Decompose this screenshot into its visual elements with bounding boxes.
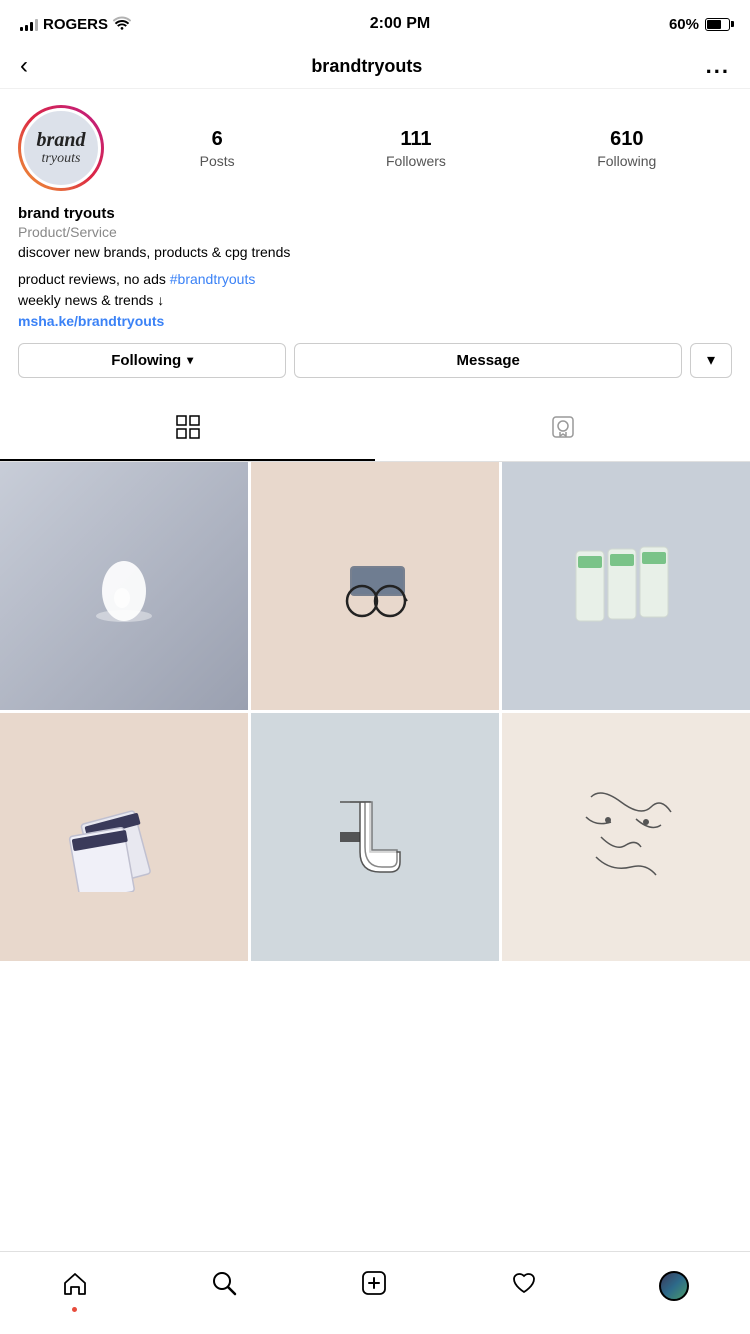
photo-5 <box>251 713 499 961</box>
search-icon <box>210 1269 238 1304</box>
grid-item-3[interactable] <box>502 462 750 710</box>
battery-icon <box>705 18 730 31</box>
followers-label: Followers <box>386 153 446 169</box>
following-label: Following <box>111 352 181 369</box>
profile-bio-tags: product reviews, no ads #brandtryouts we… <box>18 269 732 311</box>
following-button[interactable]: Following ▾ <box>18 343 286 378</box>
bottom-nav <box>0 1251 750 1334</box>
status-time: 2:00 PM <box>370 15 430 33</box>
status-right: 60% <box>669 16 730 33</box>
wifi-icon <box>113 16 131 33</box>
following-count: 610 <box>610 128 643 151</box>
tagged-icon <box>550 414 576 447</box>
photo-6 <box>502 713 750 961</box>
posts-label: Posts <box>200 153 235 169</box>
stats-row: 6 Posts 111 Followers 610 Following <box>124 128 732 169</box>
photo-2 <box>251 462 499 710</box>
grid-item-2[interactable] <box>251 462 499 710</box>
following-label: Following <box>597 153 656 169</box>
profile-avatar-nav <box>659 1271 689 1301</box>
action-buttons: Following ▾ Message ▾ <box>18 343 732 378</box>
heart-icon <box>510 1269 538 1304</box>
grid-item-1[interactable] <box>0 462 248 710</box>
following-chevron-icon: ▾ <box>187 353 193 367</box>
tab-tagged[interactable] <box>375 402 750 461</box>
avatar-text: brand tryouts <box>37 129 86 166</box>
photo-grid <box>0 462 750 961</box>
grid-item-6[interactable] <box>502 713 750 961</box>
nav-search[interactable] <box>210 1269 238 1304</box>
profile-link[interactable]: msha.ke/brandtryouts <box>18 313 732 329</box>
dropdown-chevron-icon: ▾ <box>707 350 715 370</box>
add-icon <box>360 1269 388 1304</box>
bio-section: brand tryouts Product/Service discover n… <box>18 205 732 329</box>
header: ‹ brandtryouts ... <box>0 44 750 89</box>
avatar-tryouts: tryouts <box>37 151 86 166</box>
profile-name: brand tryouts <box>18 205 732 222</box>
message-button[interactable]: Message <box>294 343 682 378</box>
avatar[interactable]: brand tryouts <box>18 105 104 191</box>
stat-followers[interactable]: 111 Followers <box>386 128 446 169</box>
nav-home[interactable] <box>61 1269 89 1304</box>
tab-bar <box>0 402 750 462</box>
bio-line1: product reviews, no ads <box>18 271 170 287</box>
followers-count: 111 <box>400 128 431 151</box>
nav-activity[interactable] <box>510 1269 538 1304</box>
avatar-inner: brand tryouts <box>21 108 101 188</box>
profile-top: brand tryouts 6 Posts 111 Followers 610 … <box>18 105 732 191</box>
bio-hashtag[interactable]: #brandtryouts <box>170 271 256 287</box>
photo-1 <box>0 462 248 710</box>
stat-following[interactable]: 610 Following <box>597 128 656 169</box>
more-options-button[interactable]: ... <box>706 53 730 79</box>
dropdown-button[interactable]: ▾ <box>690 343 732 378</box>
battery-percent: 60% <box>669 16 699 33</box>
profile-description: discover new brands, products & cpg tren… <box>18 243 732 263</box>
page-title: brandtryouts <box>311 56 422 77</box>
status-bar: ROGERS 2:00 PM 60% <box>0 0 750 44</box>
grid-item-5[interactable] <box>251 713 499 961</box>
nav-home-dot <box>72 1307 77 1312</box>
back-button[interactable]: ‹ <box>20 52 28 80</box>
tab-grid[interactable] <box>0 402 375 461</box>
photo-3 <box>502 462 750 710</box>
photo-4 <box>0 713 248 961</box>
status-left: ROGERS <box>20 16 131 33</box>
bio-line2: weekly news & trends ↓ <box>18 292 164 308</box>
profile-category: Product/Service <box>18 224 732 240</box>
message-label: Message <box>457 352 520 369</box>
carrier-label: ROGERS <box>43 16 108 33</box>
nav-profile[interactable] <box>659 1271 689 1301</box>
grid-icon <box>175 414 201 447</box>
avatar-brand: brand <box>37 129 86 151</box>
stat-posts[interactable]: 6 Posts <box>200 128 235 169</box>
home-icon <box>61 1269 89 1304</box>
nav-add[interactable] <box>360 1269 388 1304</box>
profile-section: brand tryouts 6 Posts 111 Followers 610 … <box>0 89 750 394</box>
signal-icon <box>20 17 38 31</box>
posts-count: 6 <box>212 128 223 151</box>
grid-item-4[interactable] <box>0 713 248 961</box>
